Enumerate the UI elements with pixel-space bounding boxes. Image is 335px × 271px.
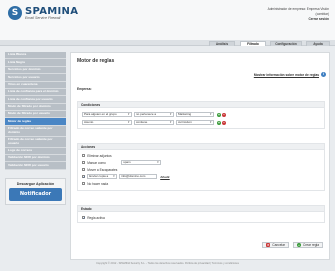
add-icon: + [297,243,302,247]
sidebar-item-saliente-dominio[interactable]: Filtrado de correo saliente por dominio [5,125,66,137]
logout-link[interactable]: Cerrar sesión [268,17,329,22]
form-buttons: ✕ Cancelar + Crear regla [258,242,323,248]
condition-value-input[interactable]: curriculum ▼ [176,120,214,125]
action-checkbox[interactable] [82,181,86,186]
sidebar-item-filtrado-usuario[interactable]: Modo de filtrado por usuario [5,111,66,119]
action-row: Marcar como spam ▼ [82,160,163,165]
conditions-heading: Condiciones [78,102,324,108]
actions-section: Acciones Eliminar adjuntos Marcar como s… [77,143,325,191]
condition-operator-select[interactable]: contiene ▼ [134,120,174,125]
tab-configuracion[interactable]: Configuración [270,41,302,46]
rule-active-checkbox[interactable] [82,216,86,220]
condition-row: Para alguien en el grupo ▼ no pertenece a… [82,112,226,117]
remove-condition-icon[interactable]: − [222,120,226,125]
action-row: No hacer nada [82,181,108,186]
sidebar-item-servicios-dominio[interactable]: Servicios por dominio [5,66,66,75]
add-condition-icon[interactable]: + [217,112,221,117]
notifier-button[interactable]: Notificador [9,187,62,201]
chevron-down-icon: ▼ [209,121,212,125]
status-row: Regla activa [82,215,105,220]
download-promo: Descargue Aplicación Notificador [5,177,66,205]
action-label: Marcar como [87,160,106,165]
chevron-down-icon: ▼ [209,113,212,117]
action-label: Mover a Escaparates [87,167,118,172]
sidebar-item-lista-negra[interactable]: Lista Negra [5,59,66,67]
action-row: Eliminar adjuntos [82,153,112,158]
sidebar-item-virus-cuarentena[interactable]: Virus en cuarentena [5,81,66,89]
add-link[interactable]: Añadir [160,175,170,179]
spamina-logo[interactable]: S SPAMINA Email Service Firewall [8,6,78,20]
action-label: Eliminar adjuntos [87,153,112,158]
chevron-down-icon: ▼ [127,113,130,117]
sidebar-item-ndr-usuario[interactable]: Validación NDR por usuario [5,162,66,170]
page-title: Motor de reglas [77,58,115,64]
sidebar-item-filtrado-dominio[interactable]: Modo de filtrado por dominio [5,103,66,111]
action-checkbox[interactable] [82,175,86,179]
conditions-section: Condiciones Para alguien en el grupo ▼ no… [77,101,325,129]
app-header: S SPAMINA Email Service Firewall Adminis… [0,0,335,40]
condition-field-select[interactable]: Asunto ▼ [82,120,132,125]
chevron-down-icon: ▼ [127,121,130,125]
tab-ayuda[interactable]: Ayuda [306,41,330,46]
copy-email-input[interactable]: info@domino.com [119,174,158,179]
cancel-icon: ✕ [266,243,271,247]
chevron-down-icon: ▼ [112,175,116,179]
tab-filtrado[interactable]: Filtrado [240,41,266,46]
cancel-button[interactable]: ✕ Cancelar [262,242,290,248]
main-tabs: Análisis Filtrado Configuración Ayuda [0,40,335,46]
sidebar-item-ndr-dominio[interactable]: Validación NDR por dominio [5,155,66,163]
sidebar-item-logs[interactable]: Logs de correos [5,147,66,156]
user-box: Administrador de empresa: Empresa Visión… [268,7,329,22]
sidebar: Lista Blanca Lista Negra Servicios por d… [5,52,66,205]
sidebar-item-servicios-usuario[interactable]: Servicios por usuario [5,74,66,82]
sidebar-item-confianza-dominio[interactable]: Lista de confianza para el dominio [5,88,66,97]
chevron-down-icon: ▼ [169,113,172,117]
condition-value-select[interactable]: Marketing ▼ [176,112,214,117]
action-row: Mover a Escaparates [82,167,117,172]
info-link[interactable]: Mostrar información sobre motor de regla… [254,73,319,77]
copyright: Copyright © 2012 - SPAMINA Security S.L.… [96,262,239,265]
status-section: Estado Regla activa [77,205,325,223]
remove-condition-icon[interactable]: − [222,112,226,117]
sidebar-item-saliente-usuario[interactable]: Filtrado de correo saliente por usuario [5,136,66,148]
empresa-label: Empresa: [77,87,92,91]
tab-analisis[interactable]: Análisis [209,41,235,46]
condition-row: Asunto ▼ contiene ▼ curriculum ▼ + − [82,120,226,125]
action-row: Enviar copia a▼ info@domino.com Añadir [82,174,170,179]
rule-active-label: Regla activa [87,215,105,220]
condition-field-select[interactable]: Para alguien en el grupo ▼ [82,112,132,117]
create-rule-button[interactable]: + Crear regla [293,242,323,248]
chevron-down-icon: ▼ [169,121,172,125]
status-heading: Estado [78,206,324,212]
action-label: No hacer nada [87,181,109,186]
sidebar-item-lista-blanca[interactable]: Lista Blanca [5,52,66,60]
action-checkbox[interactable] [82,167,86,172]
actions-heading: Acciones [78,144,324,150]
chevron-down-icon: ▼ [156,161,160,165]
info-icon[interactable]: i [321,72,326,77]
condition-operator-select[interactable]: no pertenece a ▼ [134,112,174,117]
send-copy-select[interactable]: Enviar copia a ▼ [87,174,118,179]
mark-as-select[interactable]: spam ▼ [121,160,162,165]
sidebar-item-confianza-usuario[interactable]: Lista de confianza por usuario [5,96,66,104]
action-checkbox[interactable] [82,160,86,165]
main-panel: Motor de reglas Mostrar información sobr… [70,52,330,260]
promo-title: Descargue Aplicación [16,181,55,186]
action-checkbox[interactable] [82,153,86,158]
sidebar-item-motor-reglas[interactable]: Motor de reglas [5,118,66,126]
logo-mark-icon: S [8,6,22,20]
add-condition-icon[interactable]: + [217,120,221,125]
